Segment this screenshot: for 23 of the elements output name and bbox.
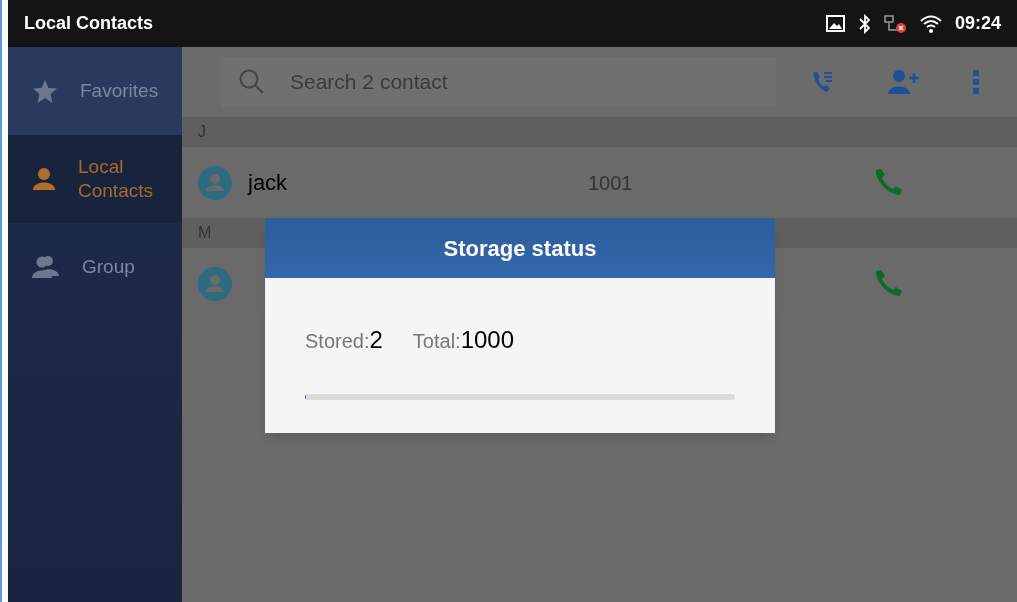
add-person-icon — [888, 69, 920, 95]
wifi-icon — [918, 13, 943, 34]
star-icon — [32, 78, 58, 104]
avatar-icon — [198, 165, 232, 200]
add-contact-button[interactable] — [886, 67, 922, 97]
search-icon — [238, 68, 266, 96]
clock-time: 09:24 — [954, 12, 1001, 35]
contact-name: jack — [248, 169, 289, 197]
person-icon — [32, 167, 56, 191]
sidebar-item[interactable]: Local Contacts — [8, 135, 182, 223]
sidebar-item[interactable]: Group — [8, 223, 182, 311]
group-icon — [32, 255, 60, 279]
bluetooth-icon — [858, 13, 871, 34]
sidebar-item[interactable]: Favorites — [8, 47, 182, 135]
avatar-icon — [198, 266, 232, 301]
picture-icon — [824, 13, 847, 34]
stored-count: Stored:2 — [305, 325, 383, 355]
more-icon — [973, 69, 979, 95]
total-count: Total:1000 — [412, 325, 515, 355]
contact-number: 1001 — [588, 170, 634, 196]
more-button[interactable] — [970, 67, 982, 97]
app-title: Local Contacts — [24, 12, 154, 35]
network-error-icon — [882, 13, 907, 34]
